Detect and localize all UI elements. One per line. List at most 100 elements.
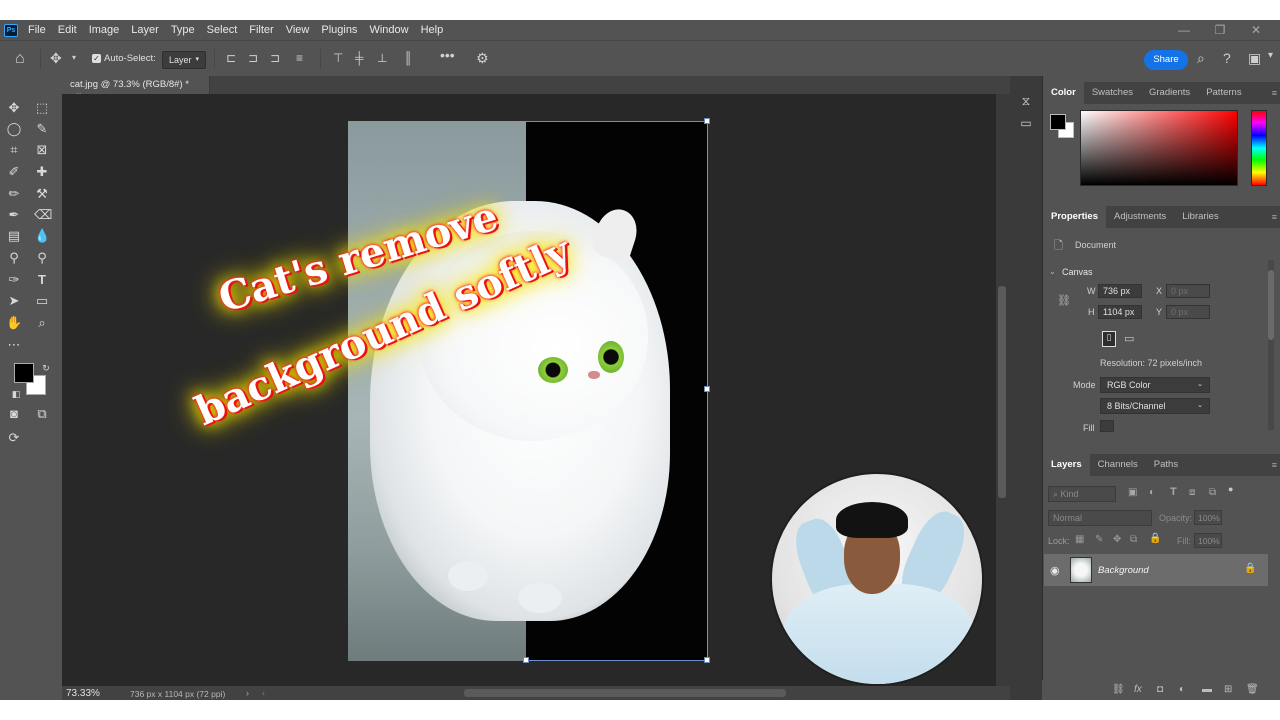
- landscape-orientation-icon[interactable]: ▭: [1124, 332, 1134, 345]
- panel-menu-icon[interactable]: ≡: [1272, 460, 1277, 470]
- filter-pixel-icon[interactable]: ▣: [1128, 487, 1137, 498]
- move-tool-icon[interactable]: ✥: [50, 50, 62, 67]
- lock-artboard-icon[interactable]: ⧉: [1130, 534, 1137, 545]
- width-field[interactable]: 736 px: [1098, 284, 1142, 298]
- cat-image[interactable]: [348, 121, 707, 661]
- menu-type[interactable]: Type: [171, 24, 195, 36]
- tab-paths[interactable]: Paths: [1146, 454, 1186, 476]
- tab-swatches[interactable]: Swatches: [1084, 82, 1141, 104]
- filter-adjustment-icon[interactable]: ◐: [1149, 487, 1155, 498]
- blend-mode-select[interactable]: Normal: [1048, 510, 1152, 526]
- align-left-icon[interactable]: ⊏: [226, 51, 236, 65]
- tab-libraries[interactable]: Libraries: [1174, 206, 1226, 228]
- close-window-button[interactable]: ✕: [1238, 20, 1274, 40]
- transform-handle-bottom-right[interactable]: [704, 657, 710, 663]
- more-tools-icon[interactable]: ⋯: [6, 337, 22, 353]
- filter-toggle-icon[interactable]: ●: [1228, 484, 1233, 494]
- menu-window[interactable]: Window: [369, 24, 408, 36]
- tab-gradients[interactable]: Gradients: [1141, 82, 1198, 104]
- quick-select-tool-icon[interactable]: ✎: [34, 121, 50, 137]
- panel-foreground-color-swatch[interactable]: [1050, 114, 1066, 130]
- panel-menu-icon[interactable]: ≡: [1272, 88, 1277, 98]
- portrait-orientation-icon[interactable]: ▯: [1102, 331, 1116, 347]
- vertical-scrollbar-thumb[interactable]: [998, 286, 1006, 498]
- zoom-in-icon[interactable]: ⚲: [34, 250, 50, 266]
- new-group-icon[interactable]: ▬: [1202, 684, 1212, 695]
- lasso-tool-icon[interactable]: ◯: [6, 121, 22, 137]
- align-center-icon[interactable]: ⊐: [248, 51, 258, 65]
- trash-icon[interactable]: 🗑: [1246, 684, 1259, 695]
- new-layer-icon[interactable]: ⊞: [1224, 684, 1232, 695]
- menu-edit[interactable]: Edit: [58, 24, 77, 36]
- lock-icon[interactable]: 🔒: [1244, 563, 1256, 574]
- share-button[interactable]: Share: [1144, 50, 1188, 70]
- rectangle-tool-icon[interactable]: ▭: [34, 293, 50, 309]
- properties-scrollbar-thumb[interactable]: [1268, 270, 1274, 340]
- chevron-down-icon[interactable]: ▾: [72, 53, 76, 62]
- scroll-left-icon[interactable]: ‹: [262, 688, 265, 698]
- align-middle-icon[interactable]: ╪: [355, 51, 364, 65]
- horizontal-scrollbar-thumb[interactable]: [464, 689, 786, 697]
- restore-button[interactable]: ❐: [1202, 20, 1238, 40]
- distribute-icon[interactable]: ≡: [296, 51, 303, 65]
- layer-filter-kind[interactable]: ⌕ Kind: [1048, 486, 1116, 502]
- hand-tool-icon[interactable]: ✋: [6, 315, 22, 331]
- lock-position-icon[interactable]: ✥: [1113, 534, 1121, 545]
- zoom-tool-icon[interactable]: ⌕: [34, 315, 50, 331]
- marquee-tool-icon[interactable]: ⬚: [34, 100, 50, 116]
- history-brush-tool-icon[interactable]: ✒: [6, 207, 22, 223]
- chevron-right-icon[interactable]: ›: [246, 688, 249, 698]
- menu-view[interactable]: View: [286, 24, 310, 36]
- eraser-tool-icon[interactable]: ⌫: [34, 207, 52, 223]
- x-field[interactable]: 0 px: [1166, 284, 1210, 298]
- tab-adjustments[interactable]: Adjustments: [1106, 206, 1174, 228]
- menu-layer[interactable]: Layer: [131, 24, 159, 36]
- workspace-icon[interactable]: ▣: [1248, 50, 1261, 67]
- fill-opacity-field[interactable]: 100%: [1194, 533, 1222, 548]
- height-field[interactable]: 1104 px: [1098, 305, 1142, 319]
- comments-panel-icon[interactable]: ▭: [1018, 116, 1034, 132]
- lock-all-icon[interactable]: 🔒: [1149, 533, 1161, 544]
- spot-healing-tool-icon[interactable]: ✚: [34, 164, 50, 180]
- menu-image[interactable]: Image: [89, 24, 120, 36]
- distribute-vertical-icon[interactable]: ║: [404, 51, 413, 65]
- document-tab[interactable]: cat.jpg @ 73.3% (RGB/8#) * ×: [62, 76, 210, 101]
- menu-help[interactable]: Help: [421, 24, 444, 36]
- blur-tool-icon[interactable]: 💧: [34, 228, 50, 244]
- bit-depth-select[interactable]: 8 Bits/Channel ⌄: [1100, 398, 1210, 414]
- help-icon[interactable]: ?: [1223, 50, 1231, 66]
- transform-handle-bottom-left[interactable]: [523, 657, 529, 663]
- fill-color-swatch[interactable]: [1100, 420, 1114, 432]
- y-field[interactable]: 0 px: [1166, 305, 1210, 319]
- align-top-icon[interactable]: ⊤: [333, 51, 343, 65]
- brush-tool-icon[interactable]: ✏: [6, 186, 22, 202]
- crop-tool-icon[interactable]: ⌗: [6, 142, 22, 158]
- opacity-field[interactable]: 100%: [1194, 510, 1222, 525]
- tab-color[interactable]: Color: [1043, 82, 1084, 104]
- menu-plugins[interactable]: Plugins: [321, 24, 357, 36]
- zoom-level[interactable]: 73.33%: [66, 688, 100, 699]
- content-credentials-icon[interactable]: ⟳: [6, 430, 22, 446]
- minimize-button[interactable]: —: [1166, 20, 1202, 40]
- filter-type-icon[interactable]: T: [1170, 486, 1177, 498]
- gear-icon[interactable]: ⚙: [476, 50, 489, 67]
- link-layers-icon[interactable]: ⛓: [1112, 684, 1125, 695]
- canvas-section-title[interactable]: Canvas: [1062, 267, 1093, 277]
- default-colors-icon[interactable]: ◧: [8, 386, 24, 402]
- home-icon[interactable]: ⌂: [15, 50, 25, 68]
- lock-pixels-icon[interactable]: ✎: [1095, 534, 1103, 545]
- transform-handle-right[interactable]: [704, 386, 710, 392]
- auto-select-checkbox[interactable]: ✓: [92, 54, 101, 63]
- tab-layers[interactable]: Layers: [1043, 454, 1090, 476]
- more-options-icon[interactable]: •••: [440, 47, 455, 63]
- add-mask-icon[interactable]: ◘: [1157, 684, 1163, 695]
- chevron-down-icon[interactable]: ⌄: [1049, 267, 1056, 276]
- move-tool-icon[interactable]: ✥: [6, 100, 22, 116]
- type-tool-icon[interactable]: T: [34, 272, 50, 288]
- menu-file[interactable]: File: [28, 24, 46, 36]
- gradient-tool-icon[interactable]: ▤: [6, 228, 22, 244]
- layer-name[interactable]: Background: [1098, 565, 1149, 576]
- color-mode-select[interactable]: RGB Color ⌄: [1100, 377, 1210, 393]
- dodge-tool-icon[interactable]: ⚲: [6, 250, 22, 266]
- adjustment-layer-icon[interactable]: ◐: [1179, 684, 1185, 695]
